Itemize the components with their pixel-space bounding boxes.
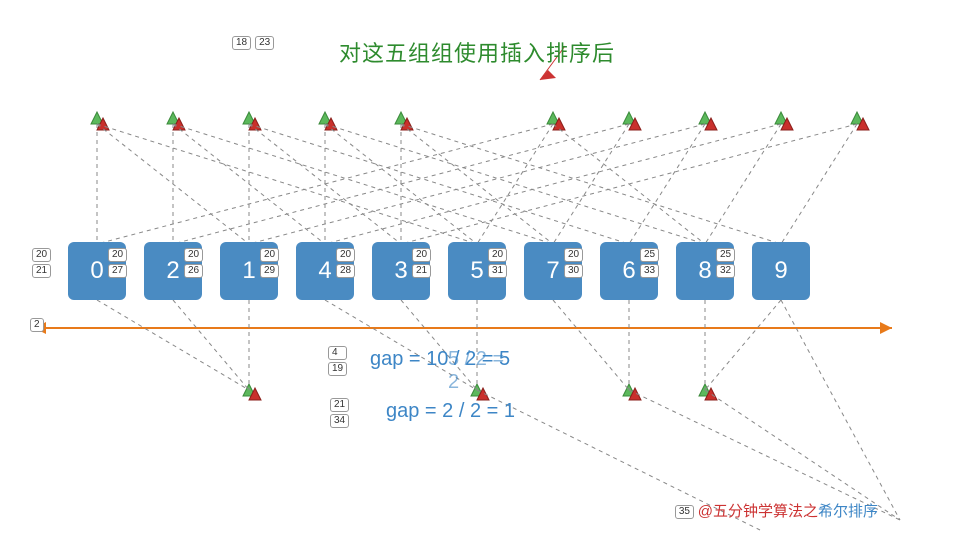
credit-chip: 35 xyxy=(675,505,694,519)
cell-5-top: 20 xyxy=(412,248,431,262)
cell-9-value: 9 xyxy=(774,257,787,285)
cell-3-top: 20 xyxy=(260,248,279,262)
length-chip: 2 xyxy=(30,318,44,332)
cell-8-top: 25 xyxy=(640,248,659,262)
array-cell-9: 2532 9 xyxy=(752,242,810,300)
cell-8-value: 8 xyxy=(698,257,711,285)
cell-7-value: 6 xyxy=(622,257,635,285)
cell-1-value: 2 xyxy=(166,257,179,285)
cell-3-value: 4 xyxy=(318,257,331,285)
cell-7-bot: 30 xyxy=(564,264,583,278)
gap2-chips: 21 34 xyxy=(330,398,349,428)
gap1-chip-b: 19 xyxy=(328,362,347,376)
gap2-chip-a: 21 xyxy=(330,398,349,412)
cell-6-bot: 31 xyxy=(488,264,507,278)
gap-formula-2: gap = 2 / 2 = 1 xyxy=(386,400,515,423)
cell-4-top: 20 xyxy=(336,248,355,262)
cell-6-top: 20 xyxy=(488,248,507,262)
cell-0-value: 0 xyxy=(90,257,103,285)
cell-8-bot: 33 xyxy=(640,264,659,278)
credit-line: @五分钟学算法之希尔排序 xyxy=(698,500,878,521)
cell-2-bot: 26 xyxy=(184,264,203,278)
cell-4-value: 3 xyxy=(394,257,407,285)
title-chip-0: 18 xyxy=(232,36,251,50)
diagram-title: 对这五组组使用插入排序后 xyxy=(0,36,954,68)
gap2-chip-b: 34 xyxy=(330,414,349,428)
credit-blue: 希尔排序 xyxy=(818,503,878,520)
cell-9-bot: 32 xyxy=(716,264,735,278)
cell-4-bot: 28 xyxy=(336,264,355,278)
cell-2-top: 20 xyxy=(184,248,203,262)
cell-1-top: 20 xyxy=(108,248,127,262)
cell-5-value: 5 xyxy=(470,257,483,285)
cell-9-top: 25 xyxy=(716,248,735,262)
gap-formula-1: gap = 10 / 2 = 5 5 / 2 = 2 xyxy=(370,348,510,371)
cell-0-bot: 21 xyxy=(32,264,51,278)
cell-3-bot: 29 xyxy=(260,264,279,278)
cell-6-value: 7 xyxy=(546,257,559,285)
credit-red: @五分钟学算法 xyxy=(698,503,803,520)
cell-1-bot: 27 xyxy=(108,264,127,278)
gap1-chips: 4 19 xyxy=(328,346,347,376)
array-boxes: 2021 0 2027 2 2026 1 2029 4 2028 3 2021 … xyxy=(68,242,810,300)
credit-mid: 之 xyxy=(803,503,818,520)
title-chip-1: 23 xyxy=(255,36,274,50)
gap1-overlay: 5 / 2 = 2 xyxy=(448,348,510,394)
cell-2-value: 1 xyxy=(242,257,255,285)
gap1-chip-a: 4 xyxy=(328,346,347,360)
title-chips: 18 23 xyxy=(232,36,274,50)
cell-5-bot: 21 xyxy=(412,264,431,278)
cell-0-top: 20 xyxy=(32,248,51,262)
cell-7-top: 20 xyxy=(564,248,583,262)
